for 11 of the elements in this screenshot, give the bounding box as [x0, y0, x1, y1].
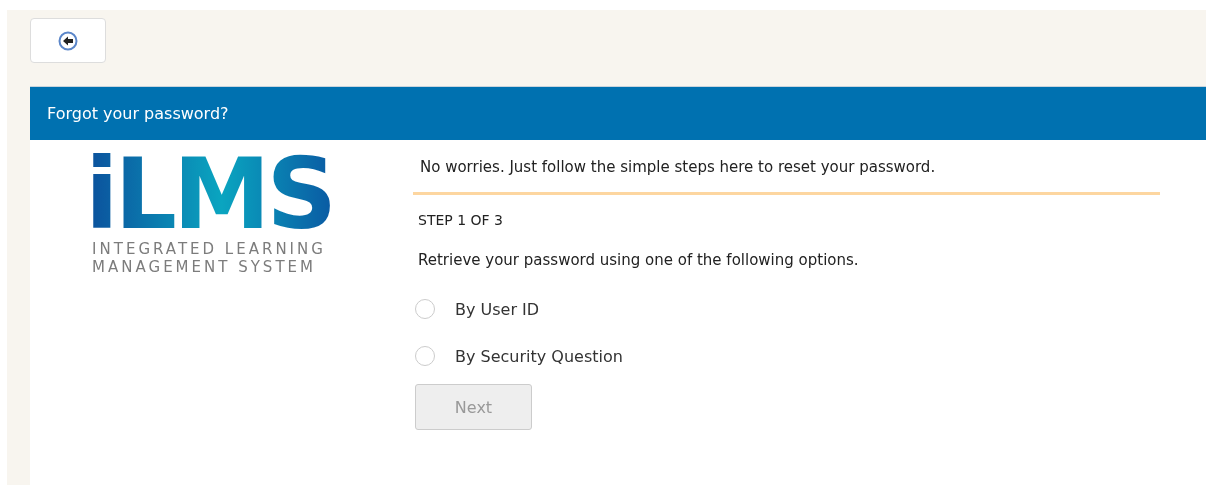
option-label: By Security Question	[455, 346, 623, 366]
logo-tagline: INTEGRATED LEARNING	[92, 240, 326, 258]
intro-text: No worries. Just follow the simple steps here to reset your password.	[419, 158, 936, 176]
panel-title: Forgot your password?	[47, 104, 229, 123]
step-label: STEP 1 OF 3	[418, 212, 503, 228]
radio-button[interactable]	[415, 299, 435, 319]
option-label: By User ID	[455, 299, 540, 319]
logo-tagline: MANAGEMENT SYSTEM	[92, 258, 317, 276]
radio-button[interactable]	[415, 346, 435, 366]
instruction-text: Retrieve your password using one of the following options.	[418, 251, 859, 269]
back-button[interactable]	[30, 18, 106, 63]
